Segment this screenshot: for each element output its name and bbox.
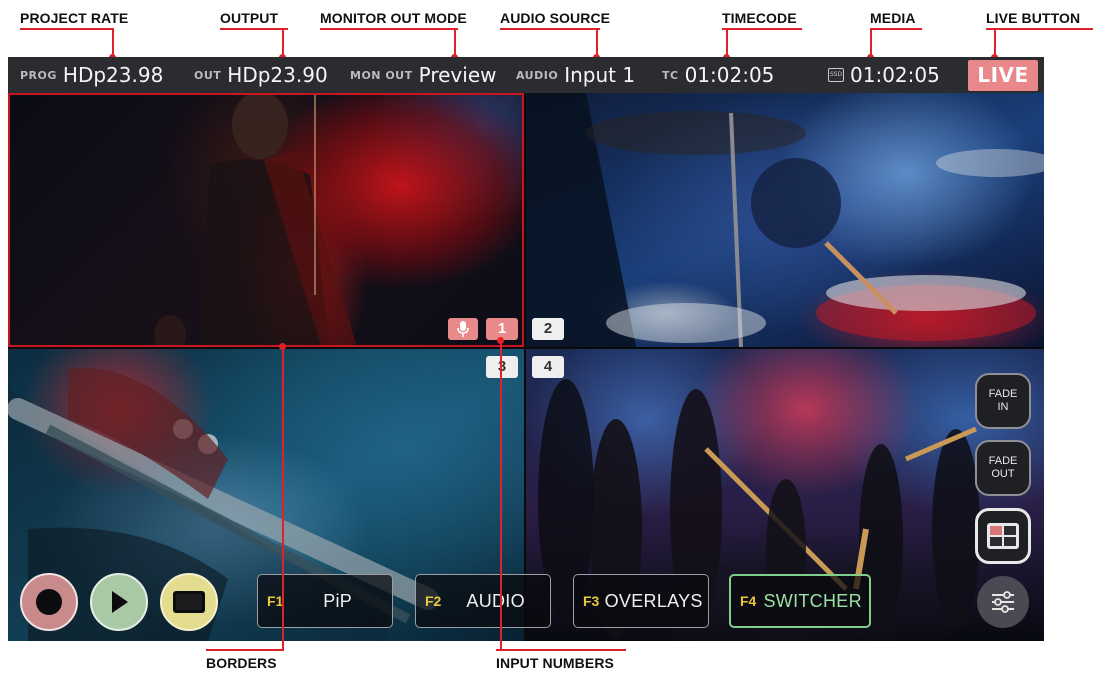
callout-audio-source: AUDIO SOURCE: [500, 10, 611, 26]
multiview-button[interactable]: [975, 508, 1031, 564]
drummer-scene-art: [526, 93, 1044, 347]
media-value: 01:02:05: [850, 63, 940, 87]
play-icon: [112, 591, 128, 613]
monitor-out-mode[interactable]: MON OUT Preview: [350, 57, 496, 93]
callout-line-output: [220, 28, 288, 30]
callout-line-monitor-out-mode: [320, 28, 458, 30]
input-number-3[interactable]: 3: [486, 356, 518, 378]
callout-output: OUTPUT: [220, 10, 279, 26]
out-value: HDp23.90: [227, 63, 328, 87]
fade-out-label: FADE OUT: [988, 455, 1018, 480]
audio-indicator: [448, 318, 478, 340]
callout-line-audio-source: [500, 28, 600, 30]
out-label: OUT: [194, 68, 222, 82]
callout-line-timecode: [722, 28, 802, 30]
audio-source[interactable]: AUDIO Input 1: [516, 57, 635, 93]
settings-button[interactable]: [977, 576, 1029, 628]
input-1-view[interactable]: [8, 93, 524, 347]
settings-sliders-icon: [992, 591, 1014, 613]
f2-audio-button[interactable]: F2 AUDIO: [415, 574, 551, 628]
live-button[interactable]: LIVE: [968, 60, 1038, 91]
quad-divider-horizontal: [8, 347, 1044, 349]
timecode[interactable]: TC 01:02:05: [662, 57, 774, 93]
mon-out-value: Preview: [418, 63, 497, 87]
f2-label: AUDIO: [466, 590, 525, 611]
f3-label: OVERLAYS: [604, 590, 703, 611]
monitor-icon: [173, 591, 205, 613]
callout-media: MEDIA: [870, 10, 916, 26]
f3-key-label: F3: [583, 593, 600, 609]
split-view-icon: [987, 523, 1019, 549]
play-button[interactable]: [90, 573, 148, 631]
callout-live-button: LIVE BUTTON: [986, 10, 1081, 26]
f1-key-label: F1: [267, 593, 284, 609]
callout-timecode: TIMECODE: [722, 10, 797, 26]
fade-in-button[interactable]: FADE IN: [975, 373, 1031, 429]
callout-dot-borders: [279, 343, 286, 350]
callout-line-borders: [206, 649, 284, 651]
callout-line-media: [870, 28, 922, 30]
project-rate[interactable]: PROG HDp23.98: [20, 57, 163, 93]
tc-label: TC: [662, 68, 679, 82]
audio-value: Input 1: [564, 63, 636, 87]
media-status[interactable]: SSD 01:02:05: [828, 57, 940, 93]
input-number-2[interactable]: 2: [532, 318, 564, 340]
f1-label: PiP: [323, 590, 353, 611]
f4-switcher-button[interactable]: F4 SWITCHER: [729, 574, 871, 628]
f3-overlays-button[interactable]: F3 OVERLAYS: [573, 574, 709, 628]
ssd-icon: SSD: [828, 68, 844, 82]
quad-divider-vertical: [524, 93, 526, 641]
callout-line-input-numbers: [496, 649, 626, 651]
input-2-view[interactable]: [526, 93, 1044, 347]
record-button[interactable]: [20, 573, 78, 631]
fade-in-label: FADE IN: [988, 388, 1018, 413]
callout-borders: BORDERS: [206, 655, 277, 671]
callout-leader-input-numbers: [500, 340, 502, 649]
record-icon: [36, 589, 62, 615]
prog-label: PROG: [20, 68, 57, 82]
callout-project-rate: PROJECT RATE: [20, 10, 129, 26]
fade-out-button[interactable]: FADE OUT: [975, 440, 1031, 496]
microphone-icon: [457, 321, 469, 337]
bassist-scene-art: [154, 95, 357, 345]
callout-monitor-out-mode: MONITOR OUT MODE: [320, 10, 467, 26]
callout-input-numbers: INPUT NUMBERS: [496, 655, 614, 671]
output-format[interactable]: OUT HDp23.90: [194, 57, 328, 93]
callout-dot-input-numbers: [497, 337, 504, 344]
callout-leader-borders: [282, 346, 284, 649]
f2-key-label: F2: [425, 593, 442, 609]
callout-line-project-rate: [20, 28, 114, 30]
monitor-button[interactable]: [160, 573, 218, 631]
monitor-screen: PROG HDp23.98 OUT HDp23.90 MON OUT Previ…: [8, 57, 1044, 641]
mon-out-label: MON OUT: [350, 68, 413, 82]
f1-pip-button[interactable]: F1 PiP: [257, 574, 393, 628]
callout-line-live-button: [986, 28, 1093, 30]
input-number-4[interactable]: 4: [532, 356, 564, 378]
f4-key-label: F4: [740, 593, 757, 609]
tc-value: 01:02:05: [684, 63, 775, 87]
status-bar: PROG HDp23.98 OUT HDp23.90 MON OUT Previ…: [8, 57, 1044, 93]
audio-label: AUDIO: [516, 68, 559, 82]
prog-value: HDp23.98: [62, 63, 164, 87]
f4-label: SWITCHER: [763, 590, 862, 611]
